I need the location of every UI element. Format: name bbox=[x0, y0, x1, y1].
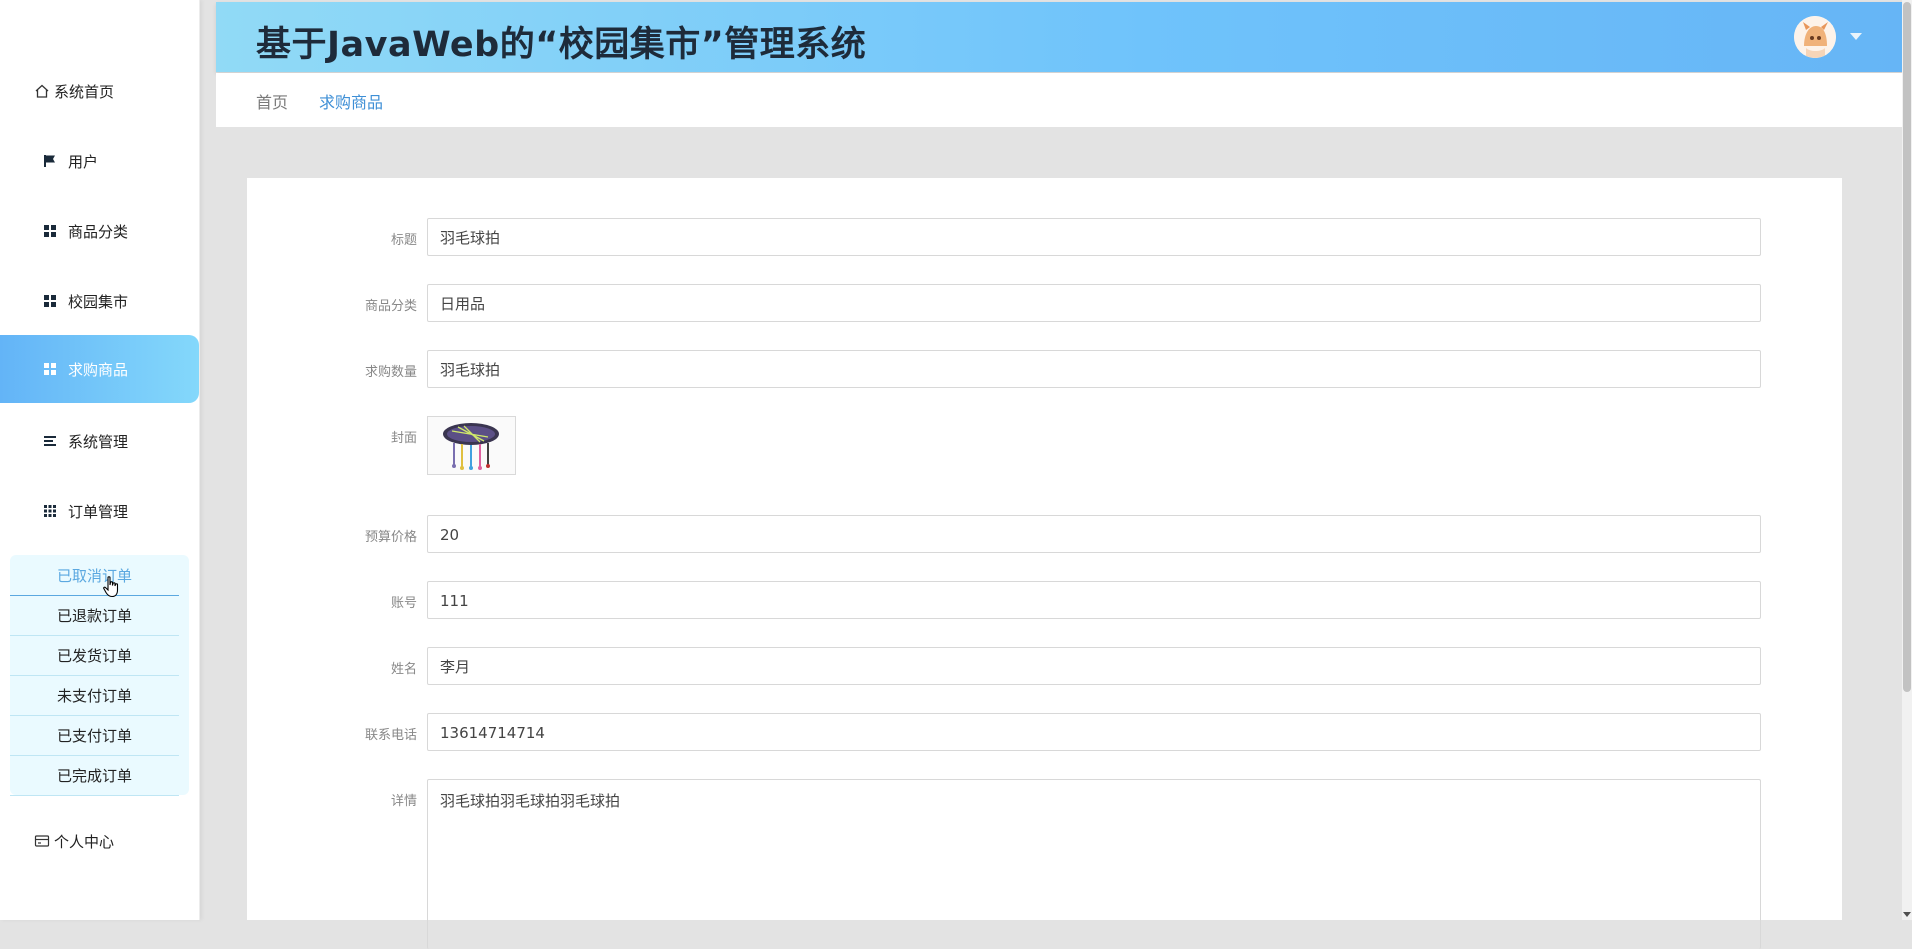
breadcrumb: 首页 求购商品 bbox=[216, 73, 1904, 127]
sidebar-item-wanted-goods[interactable]: 求购商品 bbox=[0, 335, 199, 403]
form-row-title: 标题 羽毛球拍 bbox=[247, 218, 1842, 258]
cover-image[interactable] bbox=[427, 416, 516, 475]
grid-icon bbox=[42, 293, 58, 309]
detail-textarea[interactable]: 羽毛球拍羽毛球拍羽毛球拍 bbox=[427, 779, 1761, 949]
breadcrumb-current[interactable]: 求购商品 bbox=[319, 89, 383, 113]
sidebar-item-label: 用户 bbox=[68, 152, 99, 171]
submenu-item-label: 未支付订单 bbox=[56, 686, 132, 705]
quantity-label: 求购数量 bbox=[364, 365, 417, 380]
form-row-budget: 预算价格 20 bbox=[247, 515, 1842, 555]
form-row-quantity: 求购数量 羽毛球拍 bbox=[247, 350, 1842, 390]
form-row-name: 姓名 李月 bbox=[247, 647, 1842, 687]
submenu-item-label: 已完成订单 bbox=[56, 766, 132, 785]
phone-field[interactable]: 13614714714 bbox=[427, 713, 1761, 751]
scrollbar-thumb[interactable] bbox=[1903, 2, 1911, 692]
sidebar-item-label: 商品分类 bbox=[68, 222, 129, 241]
scrollbar[interactable] bbox=[1902, 0, 1912, 920]
account-label: 账号 bbox=[390, 596, 417, 611]
submenu-item-completed[interactable]: 已完成订单 bbox=[10, 755, 179, 796]
submenu-item-paid[interactable]: 已支付订单 bbox=[10, 715, 179, 756]
sidebar-item-system-manage[interactable]: 系统管理 bbox=[0, 407, 199, 475]
list-icon bbox=[42, 433, 58, 449]
grid-icon bbox=[42, 361, 58, 377]
sidebar-item-profile[interactable]: 个人中心 bbox=[0, 807, 199, 875]
sidebar-item-label: 系统首页 bbox=[54, 82, 115, 101]
submenu-item-label: 已支付订单 bbox=[56, 726, 132, 745]
sidebar-item-categories[interactable]: 商品分类 bbox=[0, 197, 199, 265]
page-title: 基于JavaWeb的“校园集市”管理系统 bbox=[256, 25, 867, 65]
apps-icon bbox=[42, 503, 58, 519]
submenu-item-cancelled[interactable]: 已取消订单 bbox=[10, 555, 179, 596]
top-header: 基于JavaWeb的“校园集市”管理系统 bbox=[216, 2, 1904, 72]
name-label: 姓名 bbox=[390, 662, 417, 677]
category-field[interactable]: 日用品 bbox=[427, 284, 1761, 322]
budget-field[interactable]: 20 bbox=[427, 515, 1761, 553]
account-field[interactable]: 111 bbox=[427, 581, 1761, 619]
submenu-item-label: 已发货订单 bbox=[56, 646, 132, 665]
category-label: 商品分类 bbox=[364, 299, 417, 314]
sidebar-item-home[interactable]: 系统首页 bbox=[0, 57, 199, 125]
form-row-phone: 联系电话 13614714714 bbox=[247, 713, 1842, 753]
title-field[interactable]: 羽毛球拍 bbox=[427, 218, 1761, 256]
budget-label: 预算价格 bbox=[364, 530, 417, 545]
sidebar-item-label: 系统管理 bbox=[68, 432, 129, 451]
hand-cursor-icon bbox=[103, 576, 121, 602]
form-row-detail: 详情 羽毛球拍羽毛球拍羽毛球拍 bbox=[247, 779, 1842, 949]
form-row-category: 商品分类 日用品 bbox=[247, 284, 1842, 324]
card-icon bbox=[34, 833, 50, 849]
breadcrumb-home[interactable]: 首页 bbox=[256, 89, 288, 113]
scroll-down-icon[interactable] bbox=[1903, 912, 1911, 917]
sidebar-item-label: 订单管理 bbox=[68, 502, 129, 521]
submenu-item-label: 已退款订单 bbox=[56, 606, 132, 625]
cover-label: 封面 bbox=[390, 431, 417, 446]
sidebar-item-label: 校园集市 bbox=[68, 292, 129, 311]
submenu-item-unpaid[interactable]: 未支付订单 bbox=[10, 675, 179, 716]
detail-label: 详情 bbox=[390, 794, 417, 809]
sidebar-item-label: 求购商品 bbox=[68, 360, 129, 379]
phone-label: 联系电话 bbox=[364, 728, 417, 743]
title-label: 标题 bbox=[390, 233, 417, 248]
sidebar-item-users[interactable]: 用户 bbox=[0, 127, 199, 195]
form-row-account: 账号 111 bbox=[247, 581, 1842, 621]
grid-icon bbox=[42, 223, 58, 239]
home-icon bbox=[34, 83, 50, 99]
avatar[interactable] bbox=[1794, 16, 1836, 58]
detail-form: 标题 羽毛球拍 商品分类 日用品 求购数量 羽毛球拍 封面 预算价格 20 账号… bbox=[247, 178, 1842, 949]
form-row-cover: 封面 bbox=[247, 416, 1842, 476]
chevron-down-icon[interactable] bbox=[1850, 33, 1862, 40]
sidebar-item-order-manage[interactable]: 订单管理 bbox=[0, 477, 199, 545]
submenu-item-shipped[interactable]: 已发货订单 bbox=[10, 635, 179, 676]
sidebar: 系统首页 用户 商品分类 校园集市 求购商品 系统管理 订单管理 已取消订单 已… bbox=[0, 0, 200, 920]
sidebar-item-campus-market[interactable]: 校园集市 bbox=[0, 267, 199, 335]
flag-icon bbox=[42, 153, 58, 169]
submenu-item-refunded[interactable]: 已退款订单 bbox=[10, 595, 179, 636]
quantity-field[interactable]: 羽毛球拍 bbox=[427, 350, 1761, 388]
sidebar-item-label: 个人中心 bbox=[54, 832, 115, 851]
name-field[interactable]: 李月 bbox=[427, 647, 1761, 685]
